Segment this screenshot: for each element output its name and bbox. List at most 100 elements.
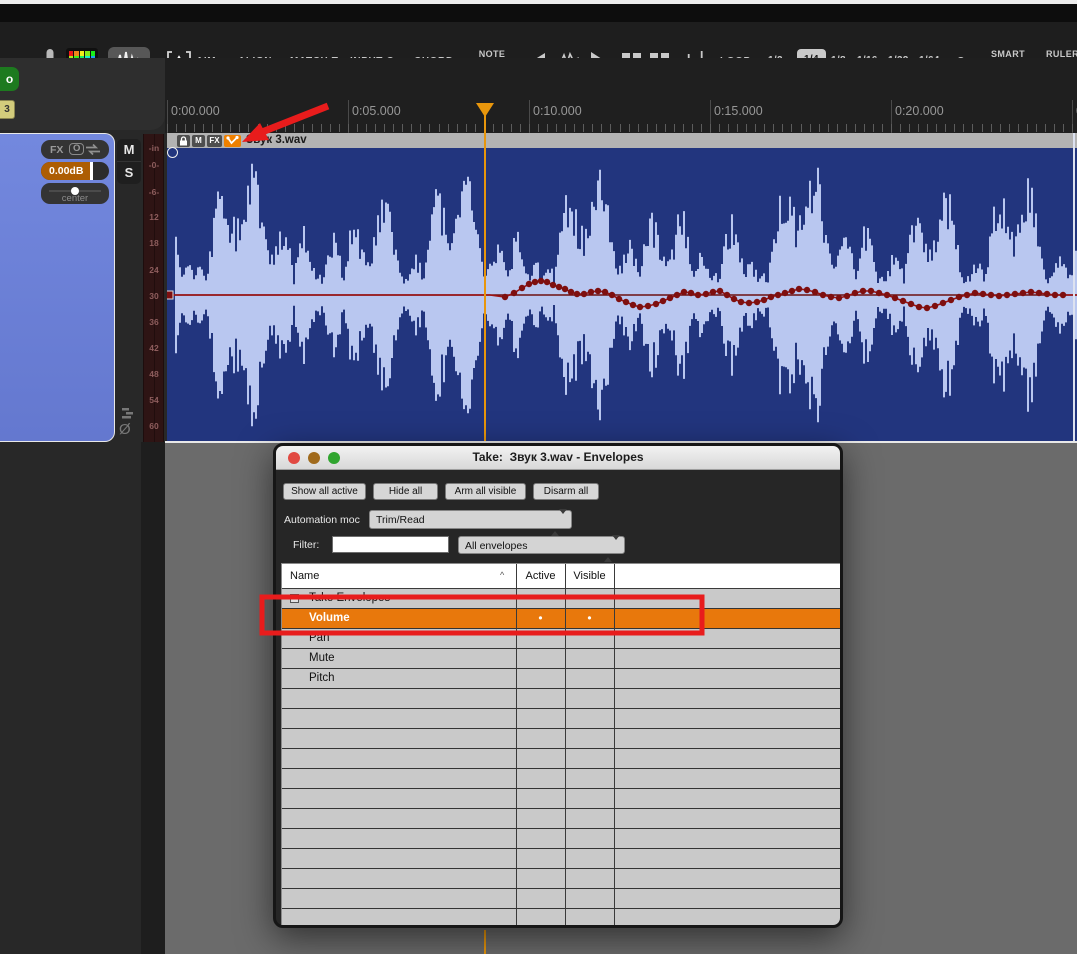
envelope-point[interactable] bbox=[892, 295, 898, 301]
envelope-point[interactable] bbox=[1020, 290, 1026, 296]
envelope-point[interactable] bbox=[916, 304, 922, 310]
volume-fader-handle[interactable] bbox=[90, 162, 93, 180]
envelope-point[interactable] bbox=[556, 284, 562, 290]
envelope-point[interactable] bbox=[836, 295, 842, 301]
table-row[interactable]: Pan bbox=[282, 629, 840, 649]
table-row[interactable] bbox=[282, 809, 840, 829]
table-row[interactable] bbox=[282, 909, 840, 928]
envelope-point[interactable] bbox=[900, 298, 906, 304]
envelope-point[interactable] bbox=[710, 289, 716, 295]
routing-matrix-icon[interactable] bbox=[119, 407, 137, 420]
envelope-point[interactable] bbox=[724, 292, 730, 298]
envelopes-table[interactable]: Name ^ Active Visible −Take EnvelopesVol… bbox=[281, 563, 841, 928]
visible-dot[interactable]: • bbox=[565, 611, 614, 625]
column-header-active[interactable]: Active bbox=[516, 570, 565, 582]
solo-button[interactable]: S bbox=[117, 162, 141, 184]
envelope-point[interactable] bbox=[1004, 292, 1010, 298]
envelope-point[interactable] bbox=[717, 288, 723, 294]
item-envelope-button[interactable] bbox=[224, 135, 241, 147]
envelope-point[interactable] bbox=[746, 300, 752, 306]
routing-swap-icon[interactable] bbox=[84, 144, 102, 155]
item-fade-handle[interactable] bbox=[167, 147, 178, 158]
envelope-point[interactable] bbox=[588, 289, 594, 295]
envelope-point[interactable] bbox=[956, 294, 962, 300]
active-dot[interactable]: • bbox=[516, 611, 565, 625]
table-row[interactable] bbox=[282, 769, 840, 789]
table-row[interactable]: Mute bbox=[282, 649, 840, 669]
envelope-point[interactable] bbox=[1060, 292, 1066, 298]
envelope-point[interactable] bbox=[761, 297, 767, 303]
envelope-point[interactable] bbox=[948, 297, 954, 303]
envelope-point[interactable] bbox=[667, 295, 673, 301]
column-header-name[interactable]: Name bbox=[290, 570, 319, 582]
item-fx-button[interactable]: FX bbox=[207, 135, 222, 147]
envelope-point[interactable] bbox=[1028, 289, 1034, 295]
envelope-point[interactable] bbox=[1012, 291, 1018, 297]
table-row[interactable] bbox=[282, 709, 840, 729]
envelope-point[interactable] bbox=[544, 279, 550, 285]
item-lock-icon[interactable] bbox=[177, 135, 190, 147]
timeline-ruler[interactable]: 0:00.0000:05.0000:10.0000:15.0000:20.000… bbox=[165, 58, 1077, 133]
envelope-point[interactable] bbox=[595, 288, 601, 294]
track-pan-slider[interactable]: center bbox=[41, 183, 109, 204]
envelope-point[interactable] bbox=[804, 287, 810, 293]
envelope-point[interactable] bbox=[789, 288, 795, 294]
envelope-point[interactable] bbox=[519, 285, 525, 291]
envelope-point[interactable] bbox=[796, 286, 802, 292]
envelope-point[interactable] bbox=[562, 286, 568, 292]
dialog-button-disarm-all[interactable]: Disarm all bbox=[533, 483, 599, 500]
envelope-point[interactable] bbox=[550, 282, 556, 288]
envelope-point[interactable] bbox=[924, 305, 930, 311]
envelope-point[interactable] bbox=[637, 304, 643, 310]
envelope-point[interactable] bbox=[1036, 290, 1042, 296]
envelope-point[interactable] bbox=[538, 278, 544, 284]
envelope-point[interactable] bbox=[738, 299, 744, 305]
envelope-point[interactable] bbox=[908, 301, 914, 307]
green-edge-badge[interactable]: o bbox=[0, 67, 19, 91]
table-row[interactable]: Volume•• bbox=[282, 609, 840, 629]
yellow-edge-badge[interactable]: 3 bbox=[0, 100, 15, 119]
envelope-point[interactable] bbox=[623, 299, 629, 305]
envelope-point[interactable] bbox=[768, 294, 774, 300]
phase-invert-icon[interactable]: Ø bbox=[119, 421, 131, 438]
envelope-point[interactable] bbox=[695, 292, 701, 298]
table-row[interactable] bbox=[282, 749, 840, 769]
envelope-point[interactable] bbox=[844, 293, 850, 299]
table-row[interactable]: −Take Envelopes bbox=[282, 589, 840, 609]
envelope-point[interactable] bbox=[574, 291, 580, 297]
column-header-visible[interactable]: Visible bbox=[565, 570, 614, 582]
envelope-point[interactable] bbox=[731, 296, 737, 302]
envelope-point[interactable] bbox=[703, 291, 709, 297]
envelope-point[interactable] bbox=[996, 293, 1002, 299]
expand-collapse-icon[interactable]: − bbox=[290, 594, 299, 603]
envelope-point[interactable] bbox=[645, 303, 651, 309]
waveform-display[interactable] bbox=[167, 148, 1077, 441]
envelope-point[interactable] bbox=[868, 288, 874, 294]
envelope-point[interactable] bbox=[688, 290, 694, 296]
table-row[interactable] bbox=[282, 849, 840, 869]
table-header[interactable]: Name ^ Active Visible bbox=[282, 564, 840, 589]
track-volume-fader[interactable]: 0.00dB bbox=[41, 162, 109, 180]
item-mute-button[interactable]: M bbox=[192, 135, 205, 147]
dialog-button-show-all-active[interactable]: Show all active bbox=[283, 483, 366, 500]
envelope-point[interactable] bbox=[884, 292, 890, 298]
envelope-point[interactable] bbox=[660, 298, 666, 304]
envelope-point[interactable] bbox=[852, 290, 858, 296]
dialog-button-hide-all[interactable]: Hide all bbox=[373, 483, 438, 500]
envelope-point[interactable] bbox=[568, 289, 574, 295]
envelope-start-point[interactable] bbox=[167, 291, 173, 299]
envelope-point[interactable] bbox=[502, 294, 508, 300]
envelope-point[interactable] bbox=[940, 300, 946, 306]
envelope-point[interactable] bbox=[602, 289, 608, 295]
envelope-point[interactable] bbox=[526, 281, 532, 287]
envelope-point[interactable] bbox=[964, 292, 970, 298]
envelope-point[interactable] bbox=[511, 290, 517, 296]
table-row[interactable] bbox=[282, 729, 840, 749]
envelope-point[interactable] bbox=[820, 292, 826, 298]
dialog-title-bar[interactable]: Take: Звук 3.wav - Envelopes bbox=[276, 446, 840, 470]
envelope-point[interactable] bbox=[860, 288, 866, 294]
envelope-point[interactable] bbox=[581, 291, 587, 297]
track-fx-pill[interactable]: FX O bbox=[41, 140, 109, 159]
envelope-point[interactable] bbox=[876, 290, 882, 296]
take-envelopes-dialog[interactable]: Take: Звук 3.wav - Envelopes Show all ac… bbox=[273, 443, 843, 928]
